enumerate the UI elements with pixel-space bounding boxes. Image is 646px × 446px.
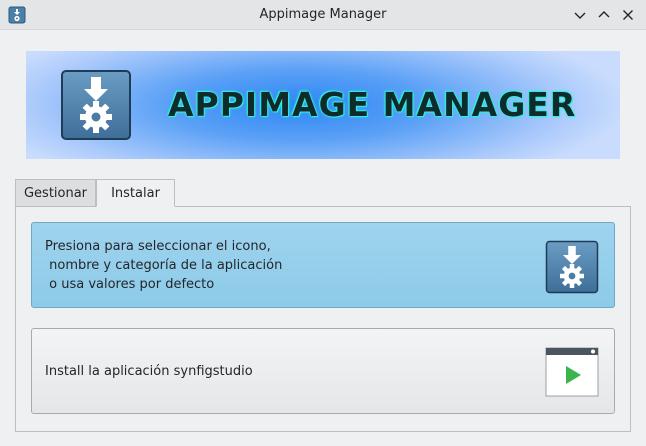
select-app-details-label: Presiona para seleccionar el icono, nomb…: [45, 239, 283, 292]
play-window-icon: [545, 347, 599, 397]
banner-title: APPIMAGE MANAGER: [168, 85, 577, 124]
select-app-details-button[interactable]: Presiona para seleccionar el icono, nomb…: [31, 222, 615, 308]
install-app-label: Install la aplicación synfigstudio: [45, 364, 253, 379]
appimage-gear-icon: [60, 69, 132, 141]
header-banner: APPIMAGE MANAGER: [26, 51, 620, 159]
window-title: Appimage Manager: [259, 7, 387, 22]
maximize-icon[interactable]: [596, 7, 612, 23]
tab-gestionar[interactable]: Gestionar: [15, 179, 96, 207]
tab-instalar[interactable]: Instalar: [96, 179, 175, 207]
install-app-button[interactable]: Install la aplicación synfigstudio: [31, 328, 615, 414]
minimize-icon[interactable]: [572, 7, 588, 23]
appimage-gear-icon: [545, 240, 599, 294]
title-bar: Appimage Manager: [0, 0, 646, 30]
close-icon[interactable]: [620, 7, 636, 23]
